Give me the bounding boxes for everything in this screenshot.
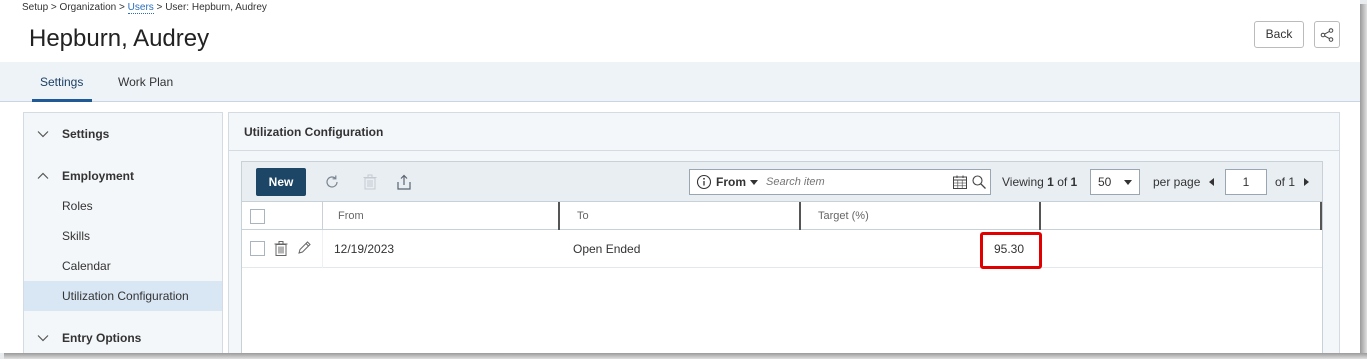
breadcrumb-current-user: User: Hepburn, Audrey [165,2,267,13]
prev-page-icon[interactable] [1209,178,1214,186]
refresh-icon [326,175,338,188]
cell-from: 12/19/2023 [334,242,395,256]
row-checkbox[interactable] [250,241,265,256]
calendar-icon[interactable] [952,174,968,190]
refresh-button[interactable] [322,172,342,192]
sidebar-section-label: Entry Options [62,331,142,345]
select-all-checkbox[interactable] [250,209,265,224]
column-header-to[interactable]: To [577,202,589,230]
cell-to: Open Ended [573,242,641,256]
sidebar-section-entry-options[interactable]: Entry Options [24,327,222,349]
viewing-summary: Viewing 1 of 1 [1002,175,1077,189]
window-shadow [4,353,1367,359]
table-row[interactable]: 12/19/2023 Open Ended 95.30 [242,230,1322,269]
page-title: Hepburn, Audrey [29,25,210,52]
breadcrumb-separator: > [48,2,60,13]
sidebar-item-calendar[interactable]: Calendar [24,251,222,281]
tab-work-plan[interactable]: Work Plan [118,75,173,89]
tab-bar: Settings Work Plan [0,62,1360,102]
panel-title: Utilization Configuration [244,125,384,139]
search-icon[interactable] [971,174,987,190]
page-size-select[interactable]: 50 [1090,169,1140,195]
column-resize-handle[interactable] [1320,202,1322,230]
window-shadow [1360,4,1367,359]
page-size-value: 50 [1098,175,1112,189]
column-divider [322,230,323,268]
search-box: From [689,169,991,195]
search-input[interactable] [766,176,936,188]
highlight-box [980,232,1042,269]
caret-down-icon [1124,180,1132,185]
row-edit-icon[interactable] [296,240,312,256]
app-window: Setup > Organization > Users > User: Hep… [0,0,1360,353]
viewing-total: 1 [1070,175,1078,189]
breadcrumb-setup[interactable]: Setup [22,2,48,13]
utilization-grid: New From Search item Viewing 1 of 1 50 p… [241,161,1323,353]
sidebar-item-roles[interactable]: Roles [24,191,222,221]
info-icon[interactable] [696,174,712,190]
active-tab-indicator [32,99,92,102]
viewing-page: 1 [1047,175,1054,189]
export-icon [397,174,411,190]
column-header-target[interactable]: Target (%) [818,202,869,230]
breadcrumb-separator: > [153,2,166,13]
chevron-down-icon [37,335,49,342]
viewing-label: Viewing [1002,175,1044,189]
breadcrumb-separator: > [116,2,128,13]
column-resize-handle[interactable] [1039,202,1041,230]
utilization-panel: Utilization Configuration New From Searc… [228,112,1340,353]
per-page-label: per page [1153,175,1201,189]
chevron-down-icon [37,131,49,138]
sidebar-section-settings[interactable]: Settings [24,123,222,145]
grid-toolbar: New From Search item Viewing 1 of 1 50 p… [242,162,1322,202]
sidebar-item-utilization-configuration[interactable]: Utilization Configuration [24,281,222,311]
viewing-of: of [1057,175,1068,189]
sidebar-section-label: Employment [62,169,135,183]
trash-icon [363,174,377,190]
chevron-up-icon [37,172,49,179]
sidebar-item-skills[interactable]: Skills [24,221,222,251]
column-resize-handle[interactable] [799,202,801,230]
row-delete-icon[interactable] [273,240,289,257]
sidebar-section-employment[interactable]: Employment [24,165,222,187]
new-button[interactable]: New [256,168,306,196]
breadcrumb: Setup > Organization > Users > User: Hep… [22,2,267,14]
back-button[interactable]: Back [1254,21,1304,48]
column-header-from[interactable]: From [338,202,364,230]
tab-settings[interactable]: Settings [40,75,83,89]
breadcrumb-organization[interactable]: Organization [60,2,117,13]
export-button[interactable] [394,172,414,192]
delete-button[interactable] [360,172,380,192]
share-icon [1320,27,1334,42]
divider [229,150,1339,151]
page-number-input[interactable]: 1 [1225,169,1267,195]
column-divider [322,202,323,230]
sidebar: Settings Employment Roles Skills Calenda… [23,112,223,353]
search-field-selector[interactable]: From [716,175,746,189]
share-button[interactable] [1314,21,1340,48]
grid-header: From To Target (%) [242,202,1322,230]
breadcrumb-users-link[interactable]: Users [127,2,154,14]
sidebar-section-label: Settings [62,127,110,141]
column-resize-handle[interactable] [558,202,560,230]
caret-down-icon[interactable] [750,179,758,185]
next-page-icon[interactable] [1304,178,1309,186]
total-pages: of 1 [1275,175,1296,189]
